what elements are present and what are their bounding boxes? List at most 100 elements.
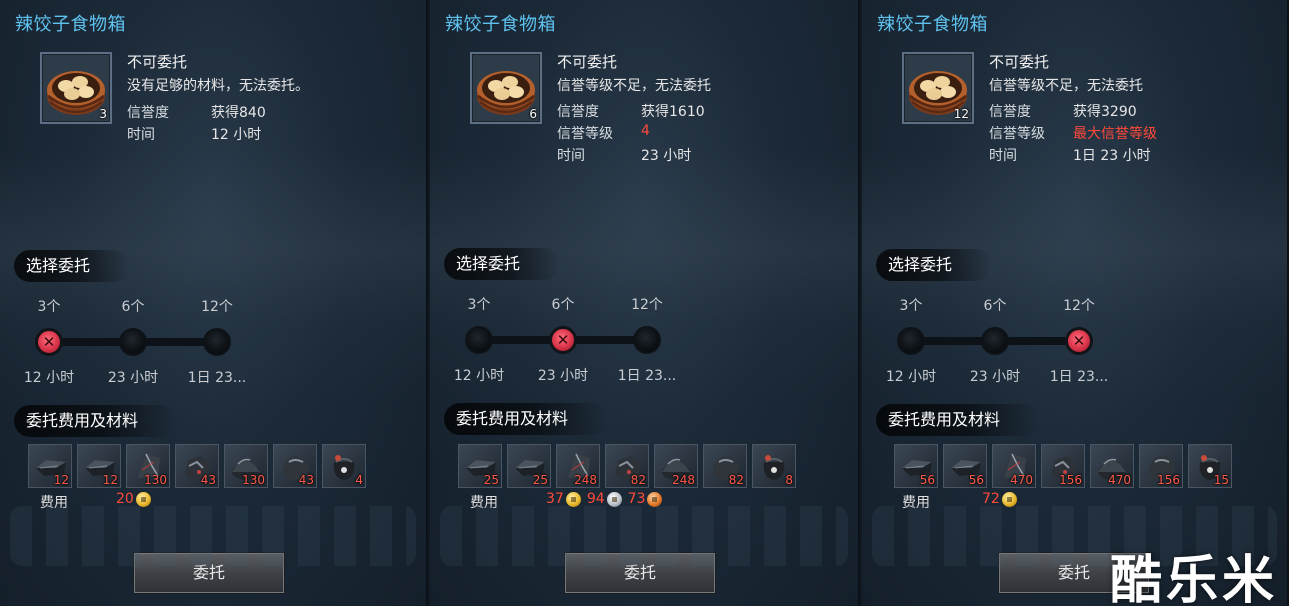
info-row-value: 获得1610 — [641, 104, 705, 120]
material-slot[interactable]: 43 — [175, 444, 219, 488]
step-time-label: 12 小时 — [23, 370, 75, 386]
info-row-value: 1日 23 小时 — [1073, 148, 1151, 164]
material-slot[interactable]: 248 — [654, 444, 698, 488]
x-mark-icon: ✕ — [1072, 332, 1086, 350]
material-slot[interactable]: 470 — [992, 444, 1036, 488]
info-row-label: 时间 — [989, 148, 1017, 164]
material-count: 43 — [200, 473, 216, 487]
info-row-label: 时间 — [127, 127, 155, 143]
step-quantity-label: 6个 — [551, 297, 575, 313]
material-count: 130 — [242, 473, 265, 487]
material-slot[interactable]: 130 — [126, 444, 170, 488]
step-time-label: 1日 23... — [187, 370, 247, 386]
fee-label: 费用 — [902, 495, 930, 511]
step-node[interactable] — [119, 328, 147, 356]
material-slot[interactable]: 12 — [28, 444, 72, 488]
step-quantity-label: 6个 — [121, 299, 145, 315]
material-count: 8 — [785, 473, 793, 487]
panel-title: 辣饺子食物箱 — [445, 14, 556, 35]
step-node[interactable] — [897, 327, 925, 355]
fee-amounts: 72 — [982, 491, 1021, 507]
step-node-unavailable[interactable]: ✕ — [35, 328, 63, 356]
step-time-label: 1日 23... — [617, 368, 677, 384]
material-slot[interactable]: 470 — [1090, 444, 1134, 488]
material-slot[interactable]: 156 — [1139, 444, 1183, 488]
confirm-button[interactable]: 委托 — [134, 553, 284, 593]
info-row-value: 12 小时 — [211, 127, 262, 143]
material-count: 470 — [1010, 473, 1033, 487]
material-count: 12 — [102, 473, 118, 487]
step-time-label: 23 小时 — [107, 370, 159, 386]
info-row-label: 时间 — [557, 148, 585, 164]
step-node[interactable] — [981, 327, 1009, 355]
panel-title: 辣饺子食物箱 — [15, 14, 126, 35]
info-row-value: 获得3290 — [1073, 104, 1137, 120]
fee-amount: 94 — [586, 491, 605, 507]
status-title: 不可委托 — [557, 53, 618, 71]
material-count: 248 — [574, 473, 597, 487]
item-count: 6 — [529, 107, 537, 121]
material-count: 156 — [1059, 473, 1082, 487]
info-row-label: 信誉等级 — [557, 126, 613, 142]
gold-coin-icon — [135, 491, 151, 507]
material-slot[interactable]: 43 — [273, 444, 317, 488]
step-node[interactable] — [465, 326, 493, 354]
confirm-button[interactable]: 委托 — [565, 553, 715, 593]
info-row-value: 获得840 — [211, 105, 266, 121]
item-count: 3 — [99, 107, 107, 121]
item-slot[interactable]: 3 — [40, 52, 112, 124]
material-slot[interactable]: 4 — [322, 444, 366, 488]
material-count: 15 — [1213, 473, 1229, 487]
material-count: 56 — [919, 473, 935, 487]
material-slot[interactable]: 56 — [943, 444, 987, 488]
material-count: 156 — [1157, 473, 1180, 487]
status-title: 不可委托 — [127, 53, 188, 71]
material-slot[interactable]: 248 — [556, 444, 600, 488]
panel-title: 辣饺子食物箱 — [877, 14, 988, 35]
step-node[interactable] — [203, 328, 231, 356]
status-reason: 没有足够的材料，无法委托。 — [127, 78, 309, 94]
material-slot[interactable]: 25 — [507, 444, 551, 488]
fee-amount: 73 — [627, 491, 646, 507]
section-cost-header: 委托费用及材料 — [14, 405, 179, 437]
material-slot[interactable]: 56 — [894, 444, 938, 488]
commission-panel-3: 辣饺子食物箱 3 不可委托 没有足够的材料，无法委托。 信誉度 获得840 时间 12… — [0, 0, 428, 606]
material-slot[interactable]: 8 — [752, 444, 796, 488]
material-slot[interactable]: 156 — [1041, 444, 1085, 488]
material-slot[interactable]: 130 — [224, 444, 268, 488]
item-count: 12 — [953, 107, 969, 121]
section-select-header: 选择委托 — [14, 250, 131, 282]
commission-panel-12: 辣饺子食物箱 12 不可委托 信誉等级不足，无法委托 信誉度 获得3290 信誉等级… — [862, 0, 1289, 606]
info-row-label: 信誉等级 — [989, 126, 1045, 142]
step-node-unavailable[interactable]: ✕ — [549, 326, 577, 354]
material-count: 130 — [144, 473, 167, 487]
info-row-label: 信誉度 — [127, 105, 169, 121]
material-slot[interactable]: 82 — [703, 444, 747, 488]
section-select-header: 选择委托 — [876, 249, 993, 281]
item-slot[interactable]: 6 — [470, 52, 542, 124]
step-time-label: 23 小时 — [969, 369, 1021, 385]
step-time-label: 23 小时 — [537, 368, 589, 384]
item-slot[interactable]: 12 — [902, 52, 974, 124]
section-cost-header: 委托费用及材料 — [444, 403, 609, 435]
material-slot[interactable]: 82 — [605, 444, 649, 488]
info-row-label: 信誉度 — [989, 104, 1031, 120]
step-quantity-label: 6个 — [983, 298, 1007, 314]
status-reason: 信誉等级不足，无法委托 — [989, 78, 1143, 94]
material-count: 470 — [1108, 473, 1131, 487]
material-count: 12 — [53, 473, 69, 487]
status-reason: 信誉等级不足，无法委托 — [557, 78, 711, 94]
x-mark-icon: ✕ — [556, 331, 570, 349]
step-time-label: 12 小时 — [453, 368, 505, 384]
step-quantity-label: 3个 — [899, 298, 923, 314]
step-quantity-label: 12个 — [1063, 298, 1095, 314]
fee-amount: 20 — [116, 491, 134, 507]
fee-label: 费用 — [470, 495, 498, 511]
material-count: 25 — [483, 473, 499, 487]
material-slot[interactable]: 25 — [458, 444, 502, 488]
step-node[interactable] — [633, 326, 661, 354]
material-slot[interactable]: 15 — [1188, 444, 1232, 488]
material-count: 82 — [630, 473, 646, 487]
material-slot[interactable]: 12 — [77, 444, 121, 488]
step-node-unavailable[interactable]: ✕ — [1065, 327, 1093, 355]
